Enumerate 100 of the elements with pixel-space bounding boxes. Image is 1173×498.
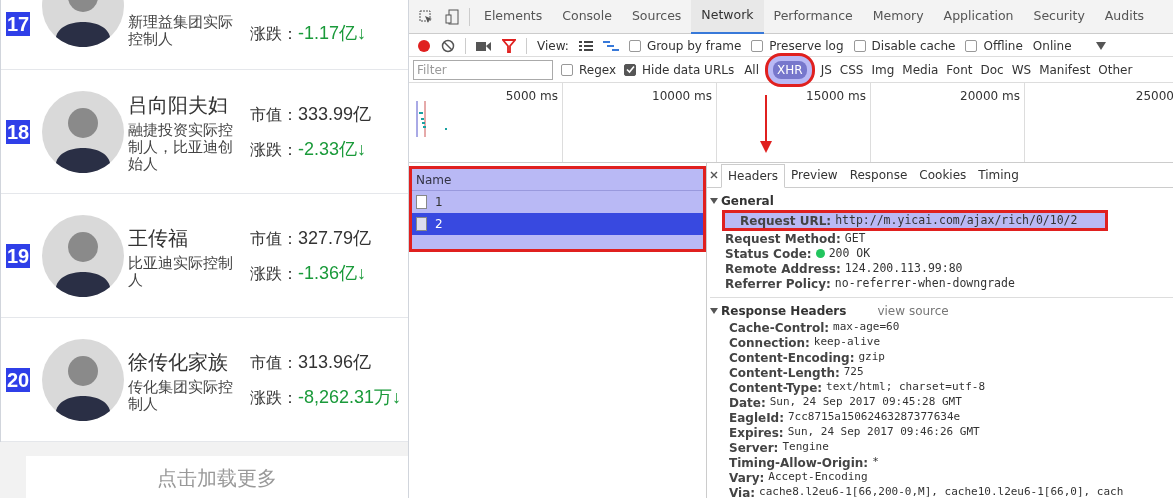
person-name: 徐传化家族 <box>128 349 229 375</box>
waterfall-view-icon[interactable] <box>602 40 619 51</box>
header-row-text: Expires: Sun, 24 Sep 2017 09:46:26 GMT <box>729 425 981 440</box>
type-filter-button[interactable]: Manifest <box>1035 60 1095 79</box>
filter-field[interactable]: Filter <box>413 59 553 80</box>
document-icon <box>416 217 427 231</box>
clear-icon[interactable] <box>441 38 455 53</box>
market-value: 313.96亿 <box>298 350 372 374</box>
header-row-text: Cache-Control: max-age=60 <box>729 320 901 335</box>
option-label: Hide data URLs <box>642 61 735 79</box>
change-value: -2.33亿↓ <box>298 137 367 161</box>
market-value-label: 市值： <box>250 352 298 373</box>
type-filter-button[interactable]: Font <box>942 60 977 79</box>
type-filter-button[interactable]: Doc <box>976 60 1008 79</box>
market-value: 327.79亿 <box>298 226 372 250</box>
type-filter-button[interactable]: JS <box>816 60 836 79</box>
header-row-text: EagleId: 7cc8715a15062463287377634e <box>729 410 962 425</box>
section-title: Response Headers <box>721 303 847 320</box>
devtools-tab[interactable]: Console <box>552 0 622 34</box>
type-filter-button[interactable]: CSS <box>835 60 868 79</box>
column-header: Name <box>412 169 703 191</box>
header-row-text: Vary: Accept-Encoding <box>729 470 869 485</box>
devtools-tab[interactable]: Elements <box>474 0 553 34</box>
header-row-text: Remote Address: 124.200.113.99:80 <box>725 261 964 276</box>
detail-tab[interactable]: Timing <box>972 163 1025 187</box>
devtools-tab[interactable]: Application <box>933 0 1024 34</box>
checkbox[interactable] <box>751 39 764 52</box>
detail-tab[interactable]: Preview <box>784 163 844 187</box>
person-description: 融捷投资实际控制人，比亚迪创始人 <box>128 121 234 172</box>
dropdown-caret-icon[interactable] <box>1095 41 1106 50</box>
timeline-tick-label: 10000 ms <box>652 89 712 103</box>
request-row[interactable]: 2 <box>412 213 703 235</box>
highlighted-header-row: Request URL: http://m.yicai.com/ajax/rich/0/10/2 <box>725 213 1105 228</box>
rank-badge: 17 <box>6 11 30 36</box>
filter-icon[interactable] <box>502 38 516 53</box>
expand-triangle-icon[interactable] <box>710 307 718 315</box>
checkbox[interactable] <box>624 63 637 76</box>
header-row-text: Referrer Policy: no-referrer-when-downgrade <box>725 276 1016 291</box>
header-row-text: Timing-Allow-Origin: * <box>729 455 880 470</box>
option-label: Preserve log <box>769 37 844 55</box>
avatar-silhouette-icon <box>42 214 124 297</box>
type-filter-button[interactable]: WS <box>1007 60 1036 79</box>
record-icon[interactable] <box>417 38 431 53</box>
change-value: -1.17亿↓ <box>298 22 367 45</box>
checkbox[interactable] <box>965 39 978 52</box>
person-name: 吕向阳夫妇 <box>128 93 229 118</box>
devtools-tab[interactable]: Security <box>1023 0 1095 34</box>
view-source-link[interactable]: view source <box>877 302 949 320</box>
devtools-tab[interactable]: Performance <box>763 0 863 34</box>
header-row-text: Connection: keep-alive <box>729 335 882 350</box>
type-filter-button[interactable]: All <box>740 60 764 79</box>
header-row-text: Content-Type: text/html; charset=utf-8 <box>729 380 987 395</box>
market-value-label: 市值： <box>250 228 298 249</box>
list-view-icon[interactable] <box>578 40 593 51</box>
header-row-text: Request Method: GET <box>725 231 867 246</box>
market-value: 333.99亿 <box>298 102 372 126</box>
rank-badge: 20 <box>6 367 30 392</box>
market-value-label: 市值： <box>250 104 298 125</box>
annotation-arrow-icon <box>760 95 772 153</box>
change-value: -8,262.31万↓ <box>298 385 402 409</box>
checkbox[interactable] <box>561 63 573 76</box>
option-label: Offline <box>983 37 1023 55</box>
header-row-text: Via: cache8.l2eu6-1[66,200-0,M], cache10.l2eu6-1[66,0], cach <box>729 485 1125 498</box>
timeline-tick-label: 15000 ms <box>806 89 866 103</box>
header-row-text: Status Code: 200 OK <box>725 246 872 261</box>
devtools-tab[interactable]: Network <box>691 0 764 34</box>
timeline-tick-label: 20000 ms <box>960 89 1020 103</box>
detail-tab[interactable]: Cookies <box>913 163 973 187</box>
person-name: 王传福 <box>128 225 189 251</box>
devtools-tab[interactable]: Memory <box>862 0 934 34</box>
video-camera-icon[interactable] <box>476 39 492 52</box>
checkbox[interactable] <box>853 39 866 52</box>
person-description: 比亚迪实际控制人 <box>128 253 234 288</box>
header-row-text: Content-Encoding: gzip <box>729 350 886 365</box>
change-label: 涨跌： <box>250 139 298 160</box>
change-label: 涨跌： <box>250 387 298 408</box>
inspect-icon[interactable] <box>419 9 433 24</box>
close-icon[interactable] <box>710 171 718 179</box>
checkbox[interactable] <box>628 39 641 52</box>
request-row[interactable]: 1 <box>412 191 703 213</box>
devtools-tab[interactable]: Sources <box>621 0 692 34</box>
person-description: 新理益集团实际控制人 <box>128 13 234 47</box>
device-toggle-icon[interactable] <box>445 8 459 25</box>
change-label: 涨跌： <box>250 24 298 44</box>
type-filter-button[interactable]: Img <box>867 60 899 79</box>
detail-tab[interactable]: Headers <box>721 164 785 188</box>
type-filter-button[interactable]: Other <box>1094 60 1137 79</box>
expand-triangle-icon[interactable] <box>710 197 718 205</box>
header-row-text: Content-Length: 725 <box>729 365 865 380</box>
header-row-text: Server: Tengine <box>729 440 830 455</box>
detail-tab[interactable]: Response <box>843 163 914 187</box>
timeline-tick-label: 5000 ms <box>505 89 558 103</box>
rank-badge: 18 <box>6 119 30 144</box>
section-title: General <box>721 193 774 210</box>
throttling-select[interactable]: Online <box>1032 36 1072 55</box>
devtools-tab[interactable]: Audits <box>1094 0 1155 34</box>
rank-badge: 19 <box>6 243 30 268</box>
timeline-tick-label: 25000 <box>1135 89 1173 103</box>
header-row-text: Date: Sun, 24 Sep 2017 09:45:28 GMT <box>729 395 963 410</box>
type-filter-button[interactable]: Media <box>898 60 943 79</box>
